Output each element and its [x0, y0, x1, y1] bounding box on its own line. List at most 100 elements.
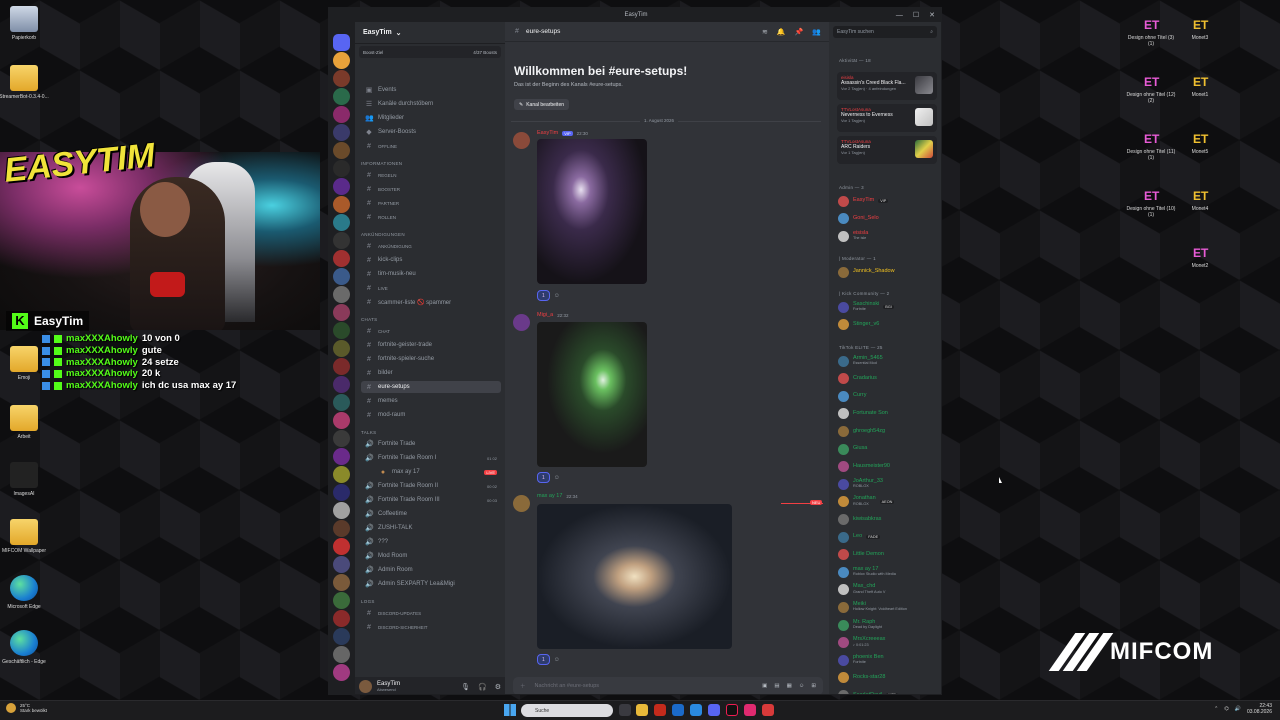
tiktok-icon[interactable]: [726, 704, 738, 716]
server-icon[interactable]: [333, 250, 350, 267]
discord-taskbar-icon[interactable]: [708, 704, 720, 716]
channel-item[interactable]: # memes: [361, 395, 501, 407]
attachment-image[interactable]: [537, 139, 647, 284]
channel-item[interactable]: # BOOSTER: [361, 183, 501, 195]
server-icon[interactable]: [333, 430, 350, 447]
add-reaction-icon[interactable]: ☺: [554, 293, 560, 299]
desktop-icon[interactable]: Geschäftlich - Edge: [0, 630, 50, 665]
message-author[interactable]: EasyTim: [537, 130, 558, 136]
channel-item[interactable]: # tim-musik-neu: [361, 268, 501, 280]
desktop-icon[interactable]: ET Design ohne Titel (11) (1): [1125, 132, 1177, 161]
attachment-image[interactable]: [537, 322, 647, 467]
member-row[interactable]: JoArthur_33 ROBLOX: [838, 477, 941, 491]
member-row[interactable]: EasyTim VIP: [838, 194, 941, 208]
channel-item[interactable]: # OFFLINE: [361, 140, 501, 152]
desktop-icon[interactable]: ET Monet5: [1174, 132, 1226, 155]
attachment-image[interactable]: [537, 504, 732, 649]
channel-item[interactable]: 🔊 Admin SEXPARTY Lea&Migi: [361, 578, 501, 590]
desktop-icon[interactable]: Microsoft Edge: [0, 575, 50, 610]
message-author[interactable]: max ay 17: [537, 493, 562, 499]
desktop-icon[interactable]: ET Monet2: [1174, 246, 1226, 269]
channel-item[interactable]: # bilder: [361, 367, 501, 379]
avatar[interactable]: [513, 495, 530, 512]
taskbar-search[interactable]: Suche: [521, 704, 613, 717]
desktop-icon[interactable]: MIFCOM Wallpaper: [0, 519, 50, 554]
minimize-icon[interactable]: —: [896, 12, 903, 19]
volume-icon[interactable]: 🔊: [1235, 706, 1241, 712]
member-row[interactable]: Giusa: [838, 442, 941, 456]
desktop-icon[interactable]: ImagesAI: [0, 462, 50, 497]
channel-item[interactable]: # eure-setups: [361, 381, 501, 393]
member-row[interactable]: Little Demon: [838, 548, 941, 562]
avatar[interactable]: [513, 132, 530, 149]
message-input[interactable]: Nachricht an #eure-setups: [535, 683, 600, 689]
channel-item[interactable]: # scammer-liste 🚫 spammer: [361, 296, 501, 308]
desktop-icon[interactable]: ET Monet3: [1174, 18, 1226, 41]
server-icon[interactable]: [333, 52, 350, 69]
search-input[interactable]: EasyTim suchen ⌕: [833, 26, 937, 38]
task-view-icon[interactable]: [619, 704, 631, 716]
channel-item[interactable]: 🔊 Coffeetime: [361, 508, 501, 520]
server-icon[interactable]: [333, 484, 350, 501]
desktop-icon[interactable]: ET Design ohne Titel (12) (2): [1125, 75, 1177, 104]
desktop-icon[interactable]: StreamerBot-0.3.4-0...: [0, 65, 50, 100]
member-row[interactable]: Fortunate Son: [838, 407, 941, 421]
server-icon[interactable]: [333, 412, 350, 429]
member-row[interactable]: Max_chd Grand Theft Auto V: [838, 583, 941, 597]
plus-icon[interactable]: ＋: [520, 682, 526, 690]
member-row[interactable]: Rocks-star28: [838, 671, 941, 685]
desktop-icon[interactable]: ET Monet4: [1174, 189, 1226, 212]
clock[interactable]: 22:43 03.08.2026: [1247, 703, 1272, 715]
server-icon[interactable]: [333, 286, 350, 303]
channel-item[interactable]: # fortnite-spieler-suche: [361, 353, 501, 365]
server-icon[interactable]: [333, 574, 350, 591]
reaction[interactable]: 1: [537, 290, 550, 301]
desktop-icon[interactable]: ET Design ohne Titel (3) (1): [1125, 18, 1177, 47]
member-row[interactable]: Meiki Hollow Knight: Voidheart Edition: [838, 600, 941, 614]
channel-item[interactable]: 🔊 Fortnite Trade Room II 00 02: [361, 480, 501, 492]
channel-item[interactable]: 🔊 Fortnite Trade: [361, 438, 501, 450]
channel-item[interactable]: 🔊 Fortnite Trade Room I 01 02: [361, 452, 501, 464]
member-row[interactable]: ScarletDevilNTE: [838, 688, 941, 694]
channel-item[interactable]: 👥 Mitglieder: [361, 112, 501, 124]
add-reaction-icon[interactable]: ☺: [554, 657, 560, 663]
server-icon[interactable]: [333, 646, 350, 663]
desktop-icon[interactable]: Papierkorb: [0, 6, 50, 41]
member-row[interactable]: kiwisabkras: [838, 512, 941, 526]
server-header[interactable]: EasyTim ⌄: [355, 22, 505, 44]
reaction[interactable]: 1: [537, 654, 550, 665]
member-row[interactable]: Mr. Raph Dead by Daylight: [838, 618, 941, 632]
app-icon-red[interactable]: [654, 704, 666, 716]
server-icon[interactable]: [333, 502, 350, 519]
server-icon[interactable]: [333, 124, 350, 141]
server-icon[interactable]: [333, 394, 350, 411]
reaction[interactable]: 1: [537, 472, 550, 483]
server-icon[interactable]: [333, 88, 350, 105]
close-icon[interactable]: ✕: [929, 11, 935, 19]
gif-icon[interactable]: ▤: [774, 683, 779, 689]
server-icon[interactable]: [333, 664, 350, 681]
app-icon-pink[interactable]: [744, 704, 756, 716]
server-icon[interactable]: [333, 556, 350, 573]
server-icon[interactable]: [333, 232, 350, 249]
channel-item[interactable]: # LIVE: [361, 282, 501, 294]
channel-item[interactable]: 🔊 Mod Room: [361, 550, 501, 562]
app-icon-pin[interactable]: [762, 704, 774, 716]
member-row[interactable]: Saschinski Fortnite BGI: [838, 300, 941, 314]
emoji-icon[interactable]: ☺: [799, 683, 805, 689]
channel-item[interactable]: ▣ Events: [361, 84, 501, 96]
message-author[interactable]: Migi_a: [537, 312, 553, 318]
chevron-up-icon[interactable]: ⌃: [1214, 706, 1218, 712]
network-icon[interactable]: ⌬: [1224, 706, 1228, 712]
member-row[interactable]: eisisla The isle: [838, 229, 941, 243]
channel-item[interactable]: # kick-clips: [361, 254, 501, 266]
member-row[interactable]: Jonathan ROBLOX AEON: [838, 495, 941, 509]
member-row[interactable]: Goni_Selo: [838, 212, 941, 226]
channel-item[interactable]: 🔊 Fortnite Trade Room III 00 03: [361, 494, 501, 506]
member-row[interactable]: MrsXcreeeax ♪ 0:01:23: [838, 636, 941, 650]
desktop-icon[interactable]: ET Monet1: [1174, 75, 1226, 98]
boost-goal-bar[interactable]: Boost-Ziel 4/37 Boosts: [359, 46, 501, 58]
edge-taskbar-icon[interactable]: [690, 704, 702, 716]
server-icon[interactable]: [333, 70, 350, 87]
desktop-icon[interactable]: ET Design ohne Titel (10) (1): [1125, 189, 1177, 218]
